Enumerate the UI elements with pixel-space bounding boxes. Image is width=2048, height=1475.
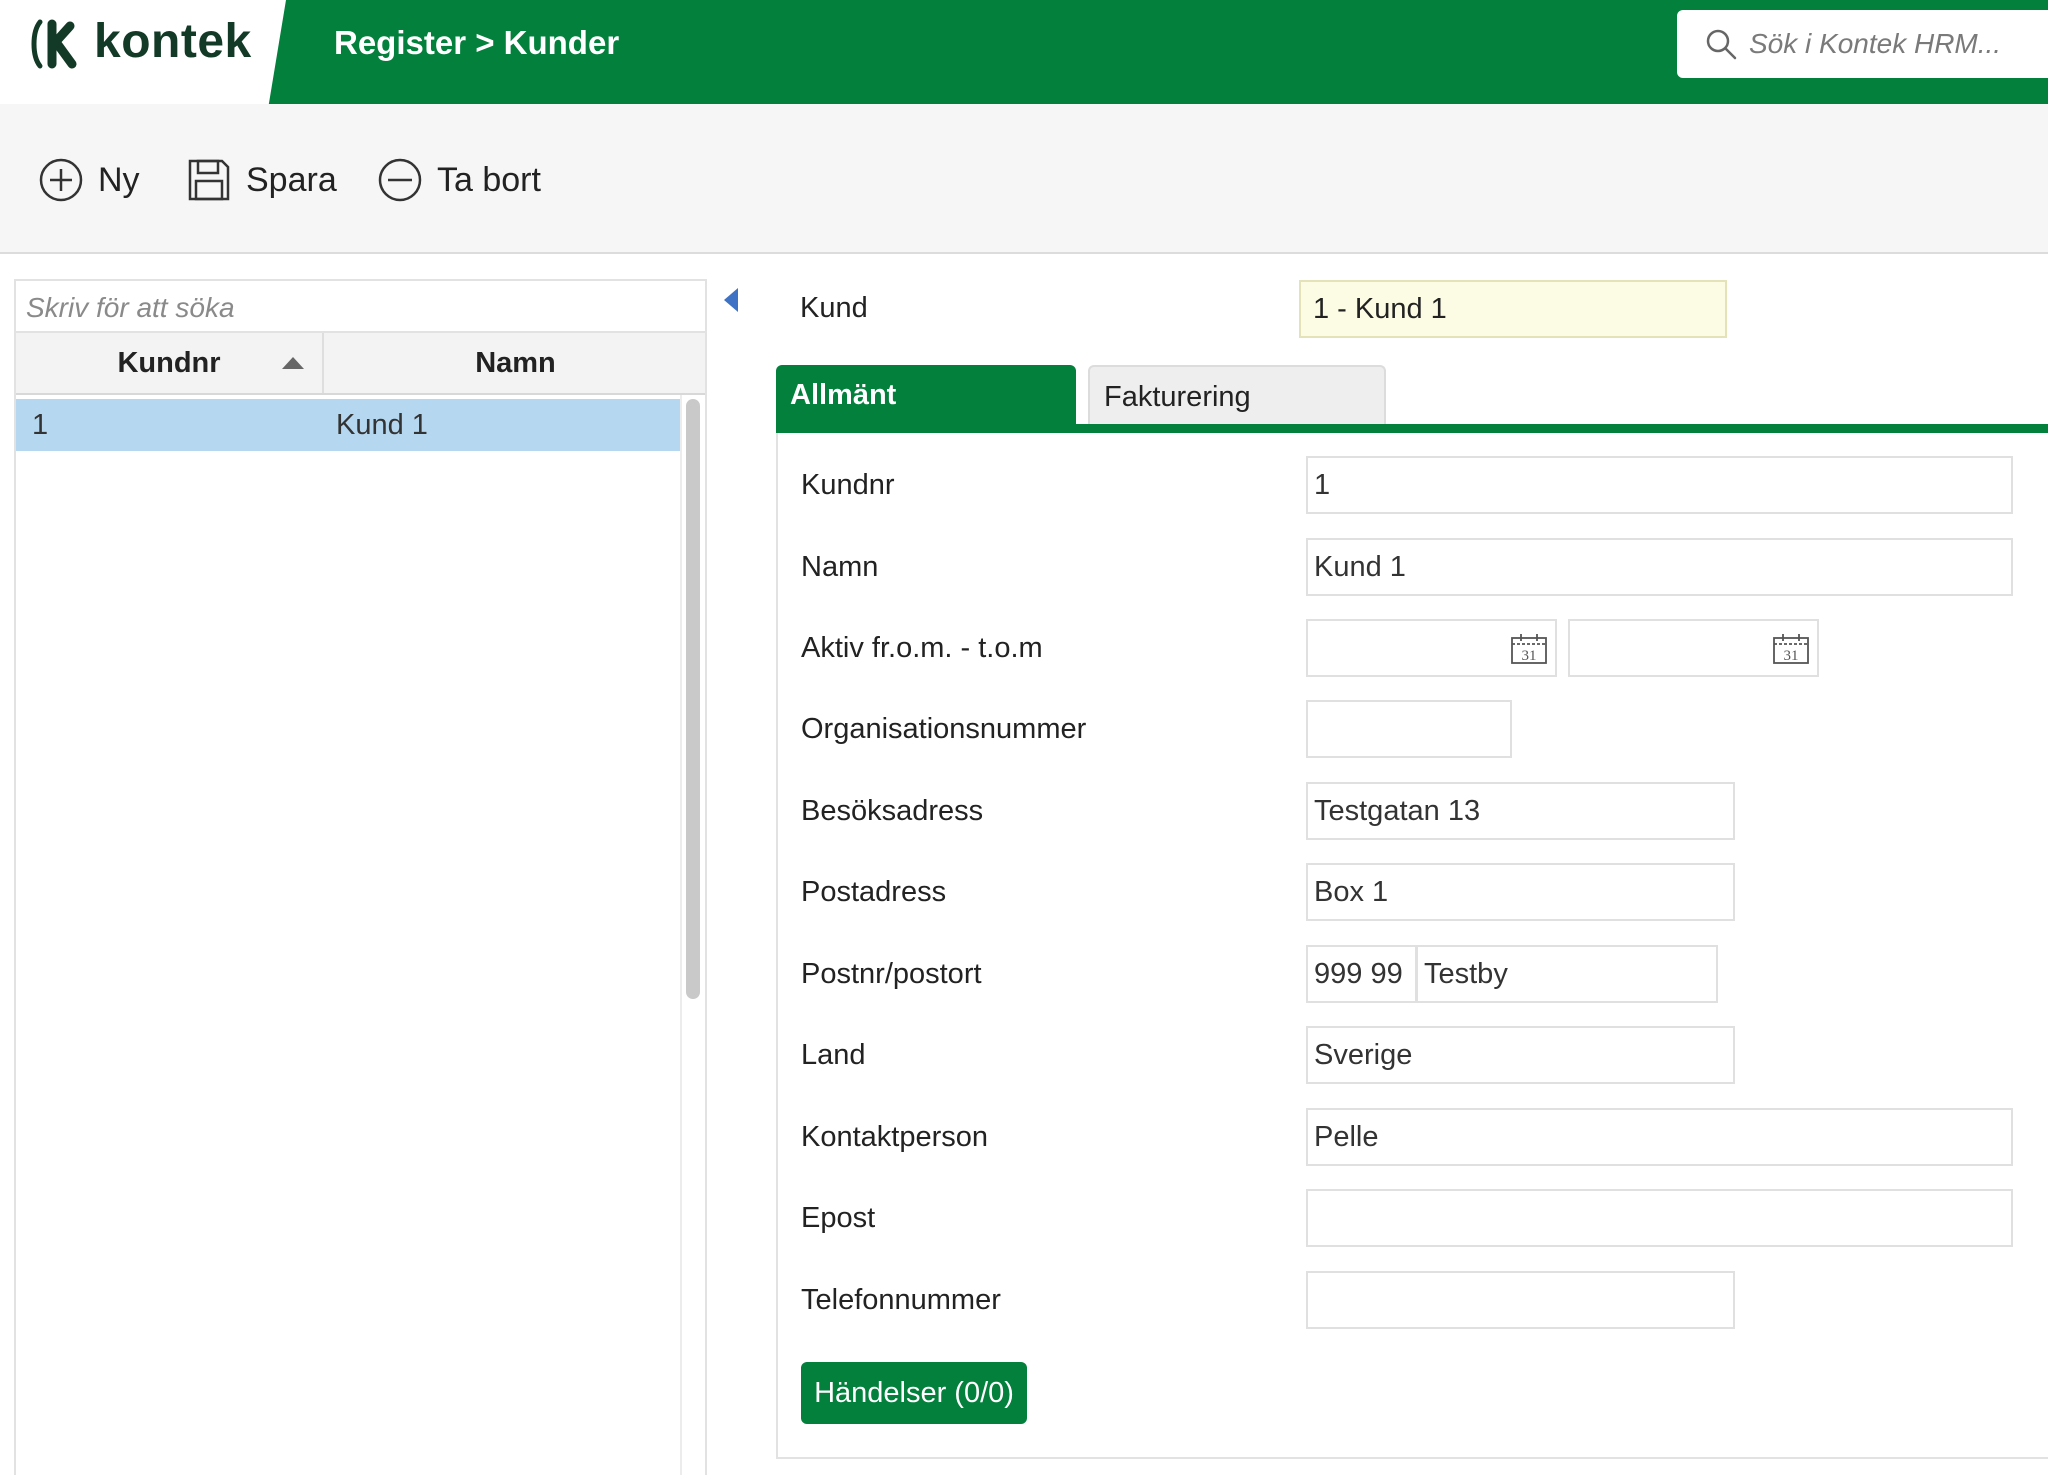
new-button-label: Ny [98, 160, 140, 199]
breadcrumb: Register > Kunder [334, 24, 620, 61]
new-button[interactable]: Ny [38, 152, 140, 208]
postadress-field[interactable]: Box 1 [1306, 863, 1735, 921]
namn-field[interactable]: Kund 1 [1306, 538, 2013, 596]
postadress-label: Postadress [801, 876, 947, 908]
postnr-field[interactable]: 999 99 [1306, 945, 1417, 1003]
list-search-input[interactable]: Skriv för att söka [16, 281, 705, 333]
global-search-placeholder: Sök i Kontek HRM... [1749, 28, 2002, 59]
aktiv-label: Aktiv fr.o.m. - t.o.m [801, 632, 1043, 664]
minus-circle-icon [378, 158, 422, 202]
cell-namn: Kund 1 [336, 409, 428, 441]
kontaktperson-field[interactable]: Pelle [1306, 1108, 2013, 1166]
cell-kundnr: 1 [32, 409, 49, 441]
save-button-label: Spara [246, 160, 337, 199]
kontaktperson-label: Kontaktperson [801, 1121, 989, 1153]
delete-button[interactable]: Ta bort [377, 152, 541, 208]
telefon-field[interactable] [1306, 1271, 1735, 1329]
calendar-day: 31 [1522, 648, 1537, 664]
postnr-label: Postnr/postort [801, 958, 982, 990]
logo[interactable]: kontek [0, 0, 286, 104]
logo-text: kontek [94, 15, 252, 68]
calendar-day: 31 [1784, 648, 1799, 664]
top-header: kontek Register > Kunder Sök i Kontek HR… [0, 0, 2048, 104]
table-row[interactable]: 1 Kund 1 [16, 399, 680, 451]
calendar-icon[interactable]: 31 [1510, 633, 1548, 665]
calendar-icon[interactable]: 31 [1772, 633, 1810, 665]
land-field[interactable]: Sverige [1306, 1026, 1735, 1084]
toolbar: Ny Spara Ta bort [0, 104, 2048, 254]
epost-label: Epost [801, 1202, 876, 1234]
floppy-disk-icon [188, 159, 230, 201]
orgnr-field[interactable] [1306, 700, 1512, 758]
land-label: Land [801, 1039, 866, 1071]
search-icon [1706, 29, 1737, 60]
aktiv-to-field[interactable]: 31 [1568, 619, 1819, 677]
telefon-label: Telefonnummer [801, 1284, 1001, 1316]
column-header-namn[interactable]: Namn [326, 333, 705, 393]
aktiv-from-field[interactable]: 31 [1306, 619, 1557, 677]
plus-circle-icon [39, 158, 83, 202]
global-search-input[interactable]: Sök i Kontek HRM... [1677, 10, 2048, 78]
list-scrollbar[interactable] [686, 399, 700, 999]
column-divider [680, 395, 682, 1475]
besoksadress-field[interactable]: Testgatan 13 [1306, 782, 1735, 840]
column-header-kundnr[interactable]: Kundnr [16, 333, 324, 393]
orgnr-label: Organisationsnummer [801, 713, 1087, 745]
customer-list-panel: Skriv för att söka Kundnr Namn 1 Kund 1 [14, 279, 707, 1475]
kontek-logo-icon [31, 19, 77, 69]
list-search-placeholder: Skriv för att söka [26, 292, 235, 323]
tab-allmant[interactable]: Allmänt [776, 365, 1076, 425]
events-button[interactable]: Händelser (0/0) [801, 1362, 1027, 1424]
namn-label: Namn [801, 551, 879, 583]
tab-fakturering[interactable]: Fakturering [1088, 365, 1386, 425]
epost-field[interactable] [1306, 1189, 2013, 1247]
kundnr-field[interactable]: 1 [1306, 456, 2013, 514]
list-header: Kundnr Namn [16, 333, 705, 395]
kundnr-label: Kundnr [801, 469, 895, 501]
sort-asc-icon[interactable] [282, 357, 304, 369]
tab-underline [776, 424, 2048, 433]
besoksadress-label: Besöksadress [801, 795, 984, 827]
collapse-arrow-icon[interactable] [724, 288, 738, 312]
postort-field[interactable]: Testby [1416, 945, 1718, 1003]
save-button[interactable]: Spara [186, 152, 337, 208]
delete-button-label: Ta bort [437, 160, 541, 199]
customer-selector[interactable]: 1 - Kund 1 [1299, 280, 1727, 338]
customer-selector-label: Kund [800, 292, 868, 324]
